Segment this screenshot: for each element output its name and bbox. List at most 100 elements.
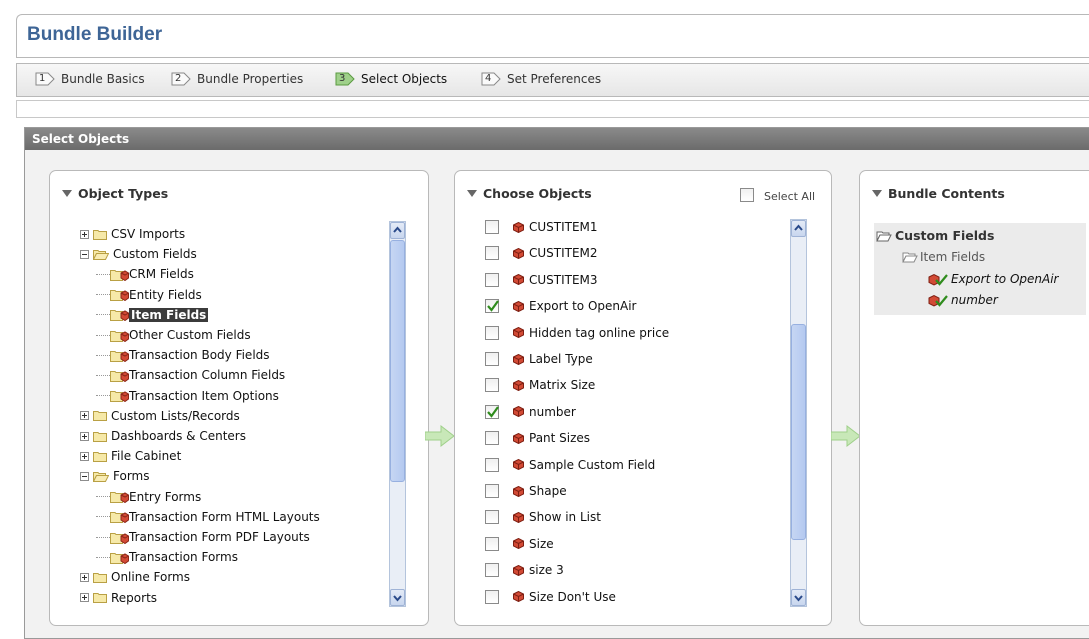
checkbox[interactable] bbox=[485, 272, 499, 287]
checkbox[interactable] bbox=[485, 220, 499, 234]
object-label: CUSTITEM3 bbox=[529, 272, 598, 287]
object-row[interactable]: Size Don't Use bbox=[485, 584, 616, 610]
scroll-down-button[interactable] bbox=[390, 589, 405, 606]
tree-leaf[interactable]: Transaction Body Fields bbox=[96, 345, 270, 365]
expand-icon[interactable] bbox=[80, 572, 89, 582]
tree-leaf[interactable]: Other Custom Fields bbox=[96, 325, 251, 345]
scroll-up-button[interactable] bbox=[791, 220, 806, 237]
tree-node[interactable]: Custom Lists/Records bbox=[80, 406, 240, 426]
folder-open-icon bbox=[92, 249, 110, 260]
object-row[interactable]: Matrix Size bbox=[485, 372, 595, 398]
tree-node[interactable]: Online Forms bbox=[80, 567, 190, 587]
bundle-contents-panel: Bundle Contents Custom Fields Item Field… bbox=[859, 170, 1089, 626]
object-row[interactable]: CUSTITEM2 bbox=[485, 240, 598, 266]
object-row[interactable]: CUSTITEM1 bbox=[485, 214, 598, 240]
bundle-group: Custom Fields bbox=[876, 228, 994, 243]
checkbox-checked[interactable] bbox=[485, 404, 499, 419]
tree-connector bbox=[96, 496, 110, 498]
checkbox[interactable] bbox=[485, 246, 499, 261]
tree-label: Entry Forms bbox=[129, 489, 202, 504]
checkbox[interactable] bbox=[485, 325, 499, 340]
checkbox[interactable] bbox=[485, 536, 499, 551]
tree-node[interactable]: Forms bbox=[80, 466, 149, 486]
tree-label: Custom Fields bbox=[113, 247, 197, 262]
scroll-down-button[interactable] bbox=[791, 589, 806, 606]
tree-leaf[interactable]: Entity Fields bbox=[96, 285, 202, 305]
step-bundle-basics[interactable]: 1 Bundle Basics bbox=[35, 72, 145, 86]
checkbox[interactable] bbox=[485, 510, 499, 525]
bundle-contents-header[interactable]: Bundle Contents bbox=[872, 186, 1005, 201]
object-label: Hidden tag online price bbox=[529, 325, 670, 340]
expand-icon[interactable] bbox=[80, 229, 89, 239]
choose-objects-header[interactable]: Choose Objects bbox=[467, 186, 592, 201]
step-set-preferences[interactable]: 4 Set Preferences bbox=[481, 72, 601, 86]
expand-icon[interactable] bbox=[80, 411, 89, 421]
tree-node[interactable]: Custom Fields bbox=[80, 244, 197, 264]
object-types-header[interactable]: Object Types bbox=[62, 186, 168, 201]
tree-connector bbox=[96, 556, 110, 558]
checkbox[interactable] bbox=[485, 378, 499, 393]
tree-node[interactable]: File Cabinet bbox=[80, 446, 181, 466]
object-row[interactable]: Hidden tag online price bbox=[485, 320, 669, 346]
checkbox[interactable] bbox=[485, 457, 499, 472]
tree-node[interactable]: Dashboards & Centers bbox=[80, 426, 246, 446]
object-row[interactable]: Shape bbox=[485, 478, 567, 504]
choose-objects-scrollbar[interactable] bbox=[790, 219, 807, 607]
object-label: Export to OpenAir bbox=[529, 299, 637, 314]
record-folder-icon bbox=[110, 349, 129, 362]
folder-icon bbox=[93, 572, 107, 583]
scroll-up-button[interactable] bbox=[390, 222, 405, 239]
collapse-icon[interactable] bbox=[80, 249, 89, 259]
tree-node[interactable]: CSV Imports bbox=[80, 224, 185, 244]
select-objects-section: Select Objects Object Types CSV Imports C… bbox=[24, 127, 1089, 639]
tree-leaf[interactable]: Item Fields bbox=[96, 305, 209, 325]
expand-icon[interactable] bbox=[80, 431, 89, 441]
tree-leaf[interactable]: Transaction Column Fields bbox=[96, 365, 285, 385]
step-bundle-properties[interactable]: 2 Bundle Properties bbox=[171, 72, 303, 86]
object-row[interactable]: Size bbox=[485, 531, 554, 557]
checkbox[interactable] bbox=[485, 431, 499, 446]
object-row[interactable]: size 3 bbox=[485, 557, 564, 583]
folder-icon bbox=[93, 431, 107, 442]
checkbox-checked[interactable] bbox=[485, 299, 499, 314]
object-row[interactable]: Label Type bbox=[485, 346, 593, 372]
object-row[interactable]: number bbox=[485, 399, 576, 425]
folder-open-icon bbox=[92, 471, 110, 482]
object-row[interactable]: Pant Sizes bbox=[485, 425, 590, 451]
scroll-thumb[interactable] bbox=[791, 324, 806, 540]
object-types-scrollbar[interactable] bbox=[389, 221, 406, 607]
tree-leaf[interactable]: Transaction Item Options bbox=[96, 386, 279, 406]
expand-icon[interactable] bbox=[80, 593, 89, 603]
tree-node[interactable]: Reports bbox=[80, 588, 157, 608]
select-all[interactable]: Select All bbox=[740, 186, 815, 203]
object-row[interactable]: Show in List bbox=[485, 504, 601, 530]
bundle-item[interactable]: Export to OpenAir bbox=[928, 272, 1058, 286]
object-row[interactable]: Sample Custom Field bbox=[485, 452, 655, 478]
custom-field-icon bbox=[513, 538, 524, 550]
tree-label: Transaction Body Fields bbox=[129, 348, 270, 363]
select-all-checkbox[interactable] bbox=[740, 187, 754, 202]
tree-leaf[interactable]: Transaction Form HTML Layouts bbox=[96, 507, 320, 527]
step-select-objects[interactable]: 3 Select Objects bbox=[335, 72, 447, 86]
checkbox[interactable] bbox=[485, 589, 499, 604]
bundle-item[interactable]: number bbox=[928, 293, 998, 307]
tree-leaf[interactable]: Transaction Forms bbox=[96, 547, 238, 567]
expand-icon[interactable] bbox=[80, 451, 89, 461]
tree-label: CSV Imports bbox=[111, 227, 186, 241]
collapse-icon[interactable] bbox=[80, 471, 89, 481]
tree-connector bbox=[96, 395, 110, 397]
checkbox[interactable] bbox=[485, 484, 499, 498]
object-row[interactable]: CUSTITEM3 bbox=[485, 267, 598, 293]
scroll-thumb[interactable] bbox=[390, 240, 405, 482]
tree-leaf[interactable]: CRM Fields bbox=[96, 264, 194, 284]
tree-label: Online Forms bbox=[111, 570, 191, 585]
tree-leaf[interactable]: Entry Forms bbox=[96, 487, 201, 507]
checkbox[interactable] bbox=[485, 352, 499, 366]
tree-leaf[interactable]: Transaction Form PDF Layouts bbox=[96, 527, 310, 547]
folder-open-icon bbox=[902, 252, 918, 263]
object-types-panel: Object Types CSV Imports Custom Fields CRM… bbox=[49, 170, 429, 626]
bundle-group-label: Custom Fields bbox=[895, 228, 995, 243]
checkbox[interactable] bbox=[485, 563, 499, 578]
object-row[interactable]: Export to OpenAir bbox=[485, 293, 636, 319]
panel-title: Choose Objects bbox=[483, 186, 592, 201]
